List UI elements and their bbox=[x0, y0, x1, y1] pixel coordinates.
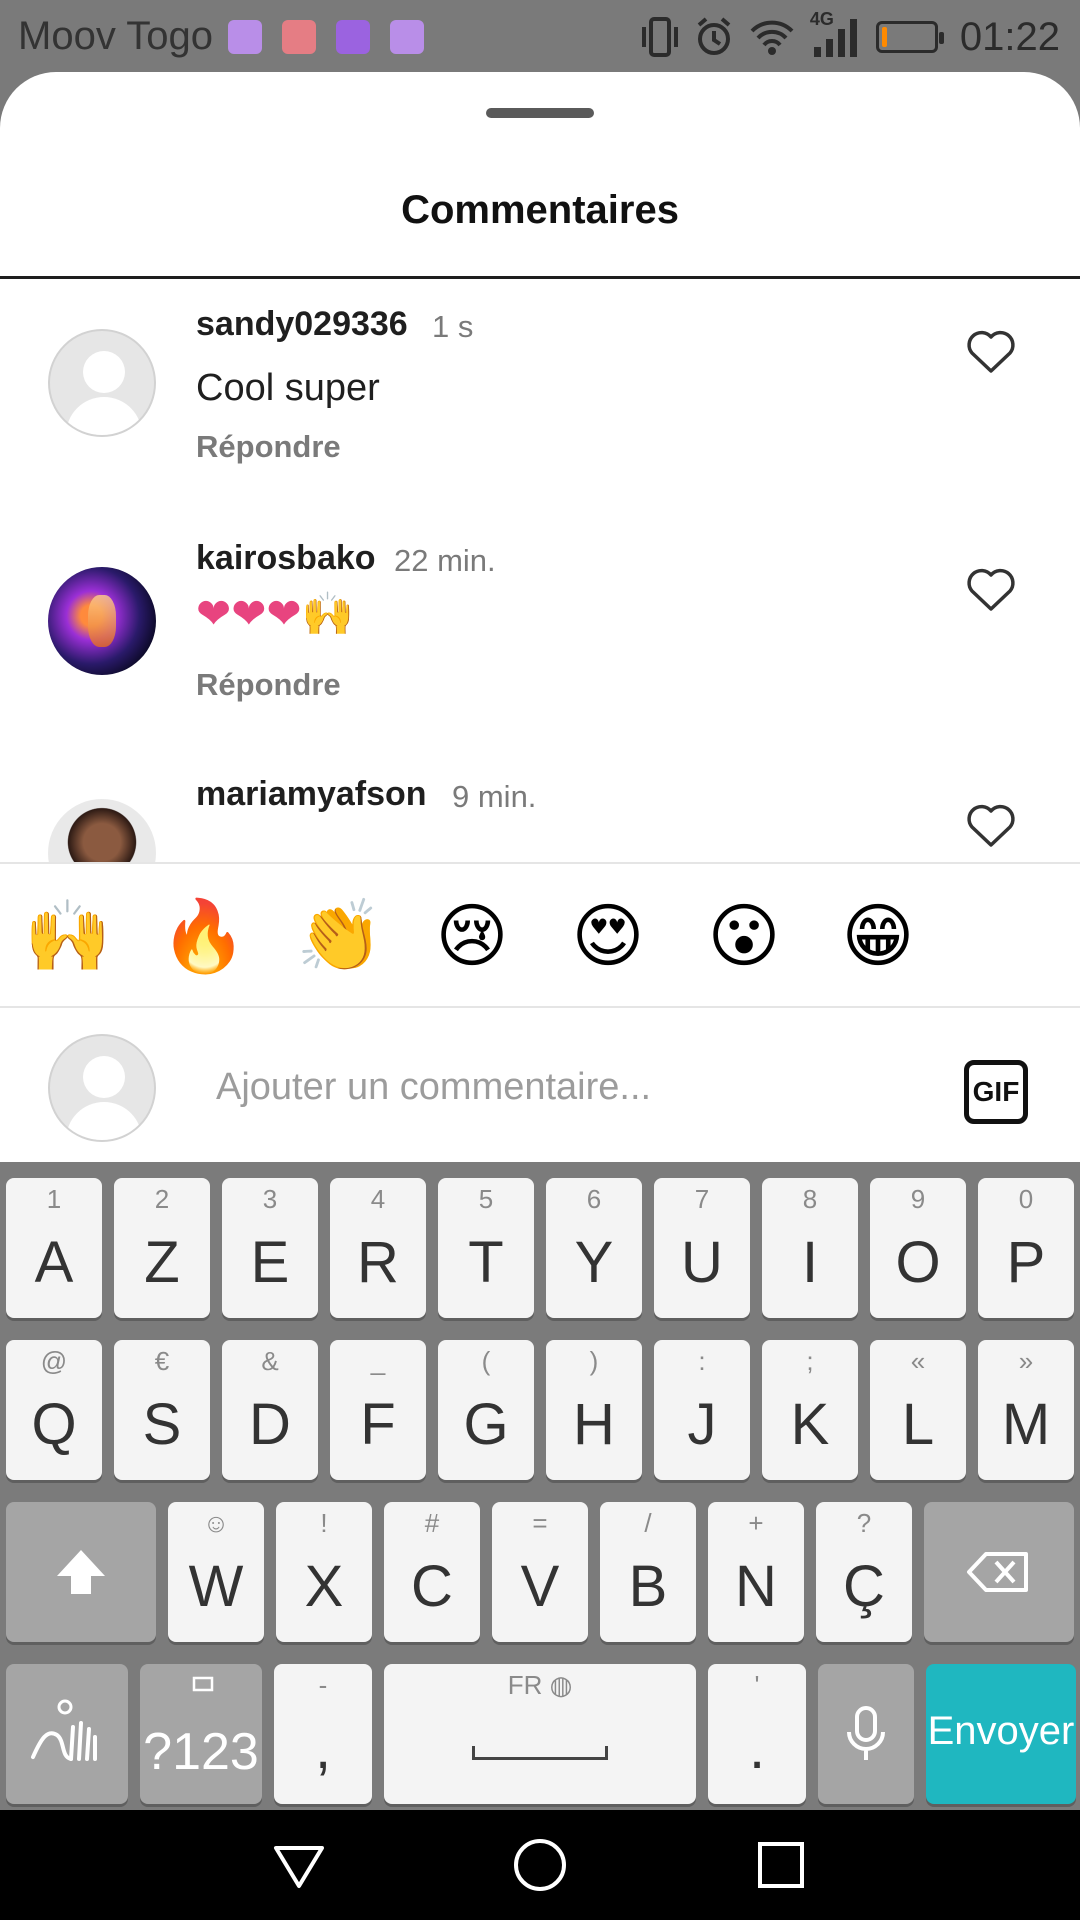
key-y[interactable]: 6Y bbox=[546, 1178, 642, 1318]
navigation-bar bbox=[0, 1810, 1080, 1920]
comment-username[interactable]: sandy029336 bbox=[196, 305, 408, 344]
comment-timestamp: 22 min. bbox=[394, 543, 496, 578]
key-l[interactable]: «L bbox=[870, 1340, 966, 1480]
image-notification-icon bbox=[390, 20, 424, 54]
key-e[interactable]: 3E bbox=[222, 1178, 318, 1318]
shift-arrow-icon bbox=[57, 1550, 105, 1594]
gif-button[interactable]: GIF bbox=[964, 1060, 1028, 1124]
key-s[interactable]: € S bbox=[114, 1340, 210, 1480]
emoji-heart-eyes[interactable]: 😍 bbox=[566, 894, 650, 978]
comment-input[interactable]: Ajouter un commentaire... bbox=[216, 1066, 651, 1109]
wifi-icon bbox=[750, 20, 794, 55]
sheet-title: Commentaires bbox=[401, 188, 679, 232]
comment-username[interactable]: mariamyafson bbox=[196, 775, 427, 814]
key-o[interactable]: 9O bbox=[870, 1178, 966, 1318]
shift-key[interactable] bbox=[6, 1502, 156, 1642]
space-bar[interactable]: FR ◍ bbox=[384, 1664, 696, 1804]
key-m[interactable]: » M bbox=[978, 1340, 1074, 1480]
comments-sheet: Commentaires sandy029336 1 s Cool super … bbox=[0, 72, 1080, 1162]
emoji-surprised[interactable]: 😮 bbox=[702, 894, 786, 978]
vibrate-icon bbox=[641, 17, 678, 57]
backspace-icon bbox=[967, 1552, 1028, 1592]
like-heart-icon[interactable] bbox=[966, 803, 1016, 849]
comment-username[interactable]: kairosbako bbox=[196, 539, 376, 578]
voice-input-key[interactable] bbox=[818, 1664, 914, 1804]
emoji-clapping[interactable]: 👏 bbox=[296, 894, 383, 978]
emoji-grinning[interactable]: 😁 bbox=[836, 894, 920, 978]
backspace-key[interactable] bbox=[924, 1502, 1074, 1642]
key-x[interactable]: ! X bbox=[276, 1502, 372, 1642]
key-g[interactable]: (G bbox=[438, 1340, 534, 1480]
key-a[interactable]: 1A bbox=[6, 1178, 102, 1318]
soft-keyboard: 1A 2Z 3E 4R 5T 6Y 7U 8I 9O 0P @ Q € S & D _… bbox=[0, 1162, 1080, 1810]
key-w[interactable]: ☺ W bbox=[168, 1502, 264, 1642]
key-h[interactable]: ) H bbox=[546, 1340, 642, 1480]
comment-text: ❤❤❤🙌 bbox=[196, 590, 354, 637]
comma-key[interactable]: -, bbox=[274, 1664, 372, 1804]
avatar[interactable] bbox=[48, 567, 156, 675]
recents-icon[interactable] bbox=[750, 1834, 812, 1896]
reply-button[interactable]: Répondre bbox=[196, 667, 341, 703]
emoji-fire[interactable]: 🔥 bbox=[160, 894, 247, 978]
microphone-icon bbox=[847, 1706, 885, 1760]
key-c-cedilla[interactable]: ? Ç bbox=[816, 1502, 912, 1642]
clock: 01:22 bbox=[959, 14, 1060, 59]
like-heart-icon[interactable] bbox=[966, 329, 1016, 375]
key-n[interactable]: + N bbox=[708, 1502, 804, 1642]
emoji-raising-hands[interactable]: 🙌 bbox=[24, 894, 111, 978]
avatar[interactable] bbox=[48, 329, 156, 437]
key-i[interactable]: 8I bbox=[762, 1178, 858, 1318]
user-avatar bbox=[48, 1034, 156, 1142]
like-heart-icon[interactable] bbox=[966, 567, 1016, 613]
key-u[interactable]: 7U bbox=[654, 1178, 750, 1318]
clipboard-icon bbox=[192, 1676, 214, 1692]
space-bar-indicator bbox=[472, 1746, 608, 1760]
comment-item: kairosbako 22 min. ❤❤❤🙌 Répondre bbox=[0, 519, 1080, 759]
alarm-icon bbox=[697, 17, 731, 55]
parking-notification-icon bbox=[336, 20, 370, 54]
keyboard-notification-icon bbox=[228, 20, 262, 54]
comment-text: Cool super bbox=[196, 367, 380, 409]
comment-timestamp: 1 s bbox=[432, 309, 474, 344]
send-key[interactable]: Envoyer bbox=[926, 1664, 1076, 1804]
comment-timestamp: 9 min. bbox=[452, 779, 537, 814]
reply-button[interactable]: Répondre bbox=[196, 429, 341, 465]
key-r[interactable]: 4R bbox=[330, 1178, 426, 1318]
key-t[interactable]: 5T bbox=[438, 1178, 534, 1318]
key-d[interactable]: & D bbox=[222, 1340, 318, 1480]
gesture-hand-icon bbox=[31, 1699, 97, 1761]
key-k[interactable]: ; K bbox=[762, 1340, 858, 1480]
key-f[interactable]: _ F bbox=[330, 1340, 426, 1480]
battery-alert-notification-icon bbox=[282, 20, 316, 54]
emoji-settings-key[interactable] bbox=[6, 1664, 128, 1804]
key-b[interactable]: / B bbox=[600, 1502, 696, 1642]
period-key[interactable]: '. bbox=[708, 1664, 806, 1804]
drag-handle[interactable] bbox=[486, 108, 594, 118]
comment-input-row: Ajouter un commentaire... GIF bbox=[0, 1008, 1080, 1162]
key-q[interactable]: @ Q bbox=[6, 1340, 102, 1480]
symbols-key[interactable]: ?123 bbox=[140, 1664, 262, 1804]
signal-icon: 4G bbox=[810, 9, 862, 59]
key-p[interactable]: 0P bbox=[978, 1178, 1074, 1318]
key-c[interactable]: # C bbox=[384, 1502, 480, 1642]
carrier-label: Moov Togo bbox=[18, 14, 213, 58]
key-j[interactable]: :J bbox=[654, 1340, 750, 1480]
comment-list[interactable]: sandy029336 1 s Cool super Répondre kair… bbox=[0, 279, 1080, 934]
battery-icon bbox=[875, 21, 944, 53]
home-icon[interactable] bbox=[509, 1834, 571, 1896]
comment-item: sandy029336 1 s Cool super Répondre bbox=[0, 279, 1080, 519]
status-bar: Moov Togo 4G 01:22 bbox=[0, 0, 1080, 74]
emoji-crying[interactable]: 😢 bbox=[430, 894, 514, 978]
key-z[interactable]: 2Z bbox=[114, 1178, 210, 1318]
back-icon[interactable] bbox=[268, 1834, 330, 1896]
key-v[interactable]: = V bbox=[492, 1502, 588, 1642]
quick-emoji-bar: 🙌 🔥 👏 😢 😍 😮 😁 bbox=[0, 862, 1080, 1008]
